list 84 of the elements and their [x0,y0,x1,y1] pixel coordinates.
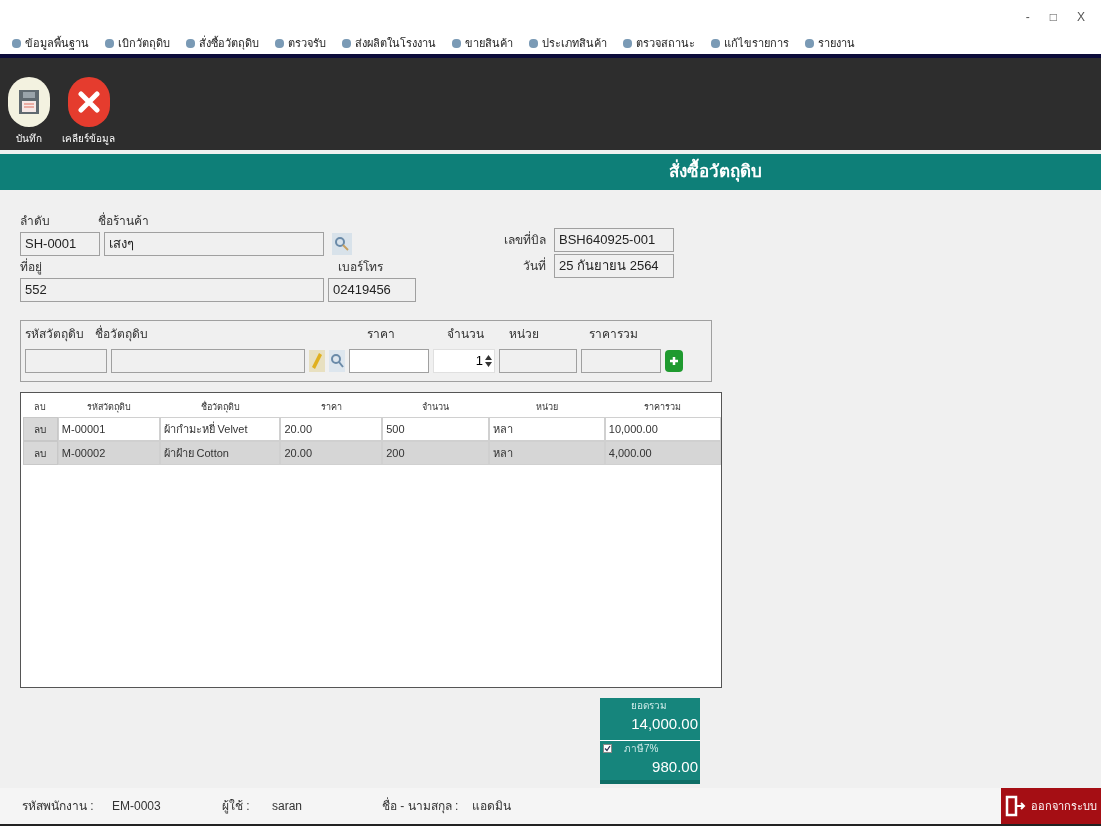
menu-item[interactable]: ขายสินค้า [452,34,513,52]
bill-label: เลขที่บิล [504,231,546,249]
save-icon [8,77,50,127]
table-cell: 500 [382,417,489,441]
close-icon [67,77,110,127]
menu-item[interactable]: รายงาน [805,34,855,52]
quantity-spinner[interactable]: 1 [433,349,495,373]
window-control[interactable]: □ [1049,8,1057,26]
column-header: ลบ [33,401,48,414]
employee-value: EM-0003 [112,798,162,815]
menu-item[interactable]: เบิกวัตถุดิบ [105,34,170,52]
name-label: ชื่อ - นามสกุล : [382,797,460,815]
table-cell: M-00002 [57,441,160,465]
table-row[interactable]: ลบ M-00001 ผ้ากำมะหยี่ Velvet 20.00 500 หลา 10,000.00 [23,417,721,441]
order-label: ลำดับ [20,213,50,230]
user-label: ผู้ใช้ : [222,798,251,815]
table-cell: หลา [488,441,605,465]
column-header: ชื่อวัตถุดิบ [199,401,241,415]
column-header: จำนวน [420,401,450,414]
pencil-icon[interactable] [309,350,325,372]
sum-value: 14,000.00 [631,714,698,734]
address-field[interactable]: 552 [20,278,324,302]
name-value: แอดมิน [472,798,511,815]
column-label: รหัสวัตถุดิบ [25,326,85,343]
menu-item[interactable]: แก้ไขรายการ [711,34,789,52]
table-cell: 4,000.00 [604,441,721,465]
column-header: ราคา [319,401,343,414]
delete-button[interactable]: ลบ [23,441,58,465]
column-label: ราคา [367,326,396,343]
window-control[interactable]: - [1025,8,1030,26]
date-label: วันที่ [523,257,546,275]
table-cell: 200 [382,441,489,465]
unit-field[interactable] [499,349,577,373]
table-cell: 20.00 [280,417,383,441]
bill-field[interactable]: BSH640925-001 [554,228,674,252]
table-cell: ผ้าฝ้าย Cotton [159,441,281,465]
menu-item[interactable]: ประเภทสินค้า [529,34,607,52]
column-header: รหัสวัตถุดิบ [85,401,132,415]
column-label: ราคารวม [589,326,638,343]
table-cell: 10,000.00 [604,417,721,441]
delete-button[interactable]: ลบ [23,417,58,441]
order-field[interactable]: SH-0001 [20,232,100,256]
table-row[interactable]: ลบ M-00002 ผ้าฝ้าย Cotton 20.00 200 หลา 4,000.00 [23,441,721,465]
price-field[interactable] [349,349,429,373]
table-cell: M-00001 [57,417,160,441]
exit-icon [1005,795,1027,817]
code-field[interactable] [25,349,107,373]
phone-label: เบอร์โทร [338,259,383,276]
table-cell: ผ้ากำมะหยี่ Velvet [159,417,281,441]
shop-field[interactable]: เสงๆ [104,232,324,256]
date-field[interactable]: 25 กันยายน 2564 [554,254,674,278]
vat-label: ภาษี7% [624,742,659,756]
vat-value: 980.00 [652,757,698,777]
phone-field[interactable]: 02419456 [328,278,416,302]
column-header: ราคารวม [643,401,683,414]
shop-label: ชื่อร้านค้า [98,212,149,230]
user-value: saran [272,798,304,815]
search-icon[interactable] [329,350,345,372]
menu-item[interactable]: ข้อมูลพื้นฐาน [12,34,89,52]
table-cell: 20.00 [280,441,383,465]
address-label: ที่อยู่ [20,258,43,276]
menu-item[interactable]: ส่งผลิตในโรงงาน [342,34,436,52]
table-cell: หลา [488,417,605,441]
name-field[interactable] [111,349,305,373]
toolbar-button[interactable]: เคลียร์ข้อมูล [62,77,115,146]
column-label: ชื่อวัตถุดิบ [95,325,149,343]
spinner-arrows-icon[interactable] [485,354,492,368]
employee-label: รหัสพนักงาน : [22,798,95,815]
plus-icon [669,356,679,366]
column-label: หน่วย [509,326,540,343]
search-icon[interactable] [332,233,352,255]
logout-button[interactable]: ออกจากระบบ [1001,788,1101,824]
column-label: จำนวน [447,326,485,343]
menu-item[interactable]: ตรวจรับ [275,34,326,52]
window-control[interactable]: X [1077,8,1085,26]
page-title: สั่งซื้อวัตถุดิบ [669,159,762,185]
column-header: หน่วย [534,401,559,414]
total-field[interactable] [581,349,661,373]
sum-label: ยอดรวม [631,699,667,713]
menu-item[interactable]: ตรวจสถานะ [623,34,695,52]
toolbar-button[interactable]: บันทึก [8,77,50,146]
vat-checkbox[interactable] [603,744,612,753]
menu-item[interactable]: สั่งซื้อวัตถุดิบ [186,34,259,52]
add-button[interactable] [665,350,683,372]
